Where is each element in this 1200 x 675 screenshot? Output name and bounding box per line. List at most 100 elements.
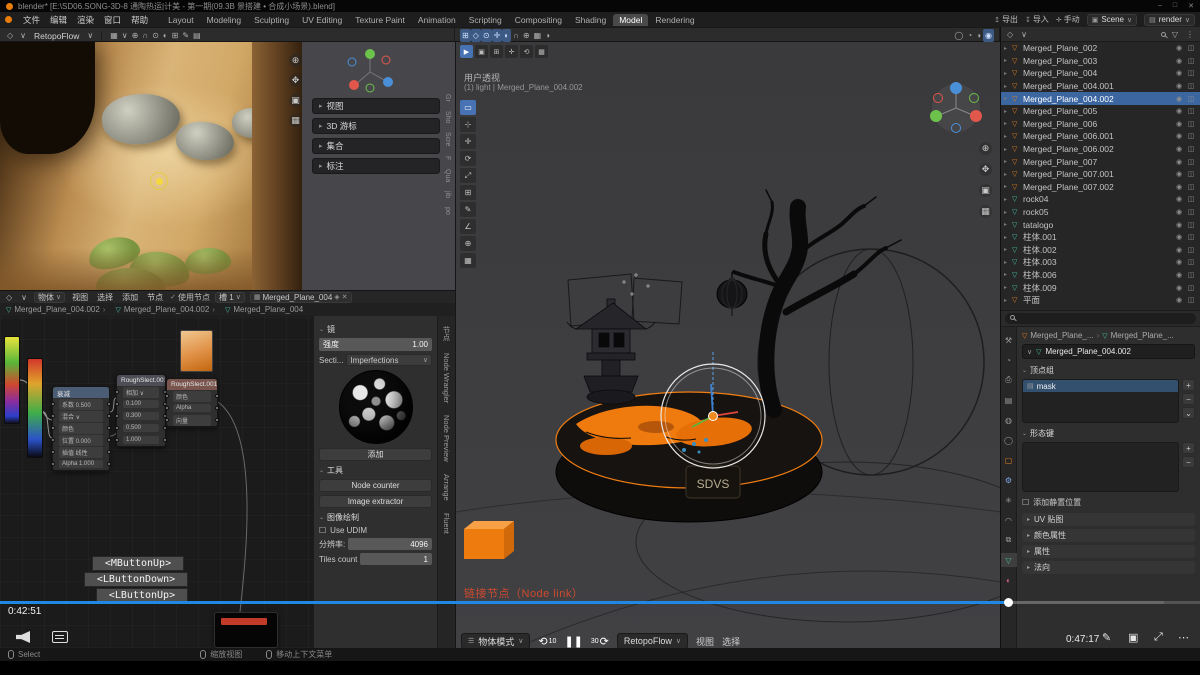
viewport-nav-icon-1[interactable]: ✥: [979, 163, 992, 176]
shading-mode-icon-0[interactable]: ◯: [952, 29, 965, 42]
hide-eye-icon[interactable]: ◉: [1173, 258, 1185, 266]
colorramp-strip[interactable]: [4, 336, 20, 424]
expand-icon[interactable]: ▸: [1004, 108, 1012, 115]
paint-section-header[interactable]: ⌄图像绘制: [319, 512, 432, 523]
outliner-row[interactable]: ▸▽柱体.003◉◫: [1001, 256, 1200, 269]
node-partial[interactable]: [214, 612, 278, 648]
preview-side-tab-1[interactable]: Sho: [444, 111, 451, 123]
expand-icon[interactable]: ▸: [1004, 57, 1012, 64]
video-progress-handle[interactable]: [1004, 598, 1013, 607]
output-socket[interactable]: [163, 438, 167, 442]
add-rest-position[interactable]: ☐添加静置位置: [1022, 497, 1195, 508]
shader-breadcrumb-0[interactable]: ▽Merged_Plane_004.002›: [6, 305, 105, 314]
fullscreen-icon[interactable]: ⤢: [1154, 631, 1163, 644]
breadcrumb-data[interactable]: Merged_Plane_...: [1111, 331, 1174, 340]
viewport-tool-4[interactable]: ⤢: [460, 168, 476, 183]
disable-render-icon[interactable]: ◫: [1185, 221, 1197, 229]
viewport-tool-8[interactable]: ⊕: [460, 236, 476, 251]
toolbar-left-icon-6[interactable]: ⊞: [170, 29, 181, 42]
expand-icon[interactable]: ▸: [1004, 259, 1012, 266]
output-socket[interactable]: [163, 426, 167, 430]
expand-icon[interactable]: ▸: [1004, 95, 1012, 102]
shader-menu-3[interactable]: 节点: [145, 292, 165, 303]
vertex-group-item[interactable]: ▤mask: [1023, 380, 1178, 392]
node-image-texture[interactable]: RoughSlect.001 颜色Alpha向量: [166, 378, 218, 427]
hide-eye-icon[interactable]: ◉: [1173, 208, 1185, 216]
unlink-icon[interactable]: ✕: [342, 293, 348, 301]
shader-menu-0[interactable]: 视图: [70, 292, 90, 303]
edit-icon[interactable]: ✎: [1102, 631, 1111, 644]
preview-side-tab-6[interactable]: po: [444, 207, 451, 215]
more-icon[interactable]: ⋯: [1178, 631, 1189, 644]
disable-render-icon[interactable]: ◫: [1185, 208, 1197, 216]
workspace-tab-shading[interactable]: Shading: [569, 14, 612, 26]
blender-menu-icon[interactable]: [5, 16, 12, 23]
slot-dropdown[interactable]: 槽 1∨: [215, 292, 245, 303]
expand-icon[interactable]: ▸: [1004, 196, 1012, 203]
expand-icon[interactable]: ▸: [1004, 246, 1012, 253]
outliner-row[interactable]: ▸▽平面◉◫: [1001, 294, 1200, 307]
toolbar-center-icon-7[interactable]: ▦: [532, 29, 544, 42]
vertex-groups-header[interactable]: ⌄顶点组: [1022, 365, 1195, 376]
input-socket[interactable]: [51, 426, 55, 430]
output-socket[interactable]: [107, 450, 111, 454]
input-socket[interactable]: [115, 426, 119, 430]
outliner-row[interactable]: ▸▽柱体.001◉◫: [1001, 231, 1200, 244]
outliner-row[interactable]: ▸▽tatalogo◉◫: [1001, 218, 1200, 231]
resolution-field[interactable]: 4096: [348, 538, 432, 550]
properties-tab-scene[interactable]: ◍: [1001, 413, 1017, 427]
viewport-tool-5[interactable]: ⊞: [460, 185, 476, 200]
viewport-nav-icon-3[interactable]: ▦: [979, 205, 992, 218]
disable-render-icon[interactable]: ◫: [1185, 271, 1197, 279]
menubar-menu-0[interactable]: 文件: [18, 14, 45, 26]
expand-icon[interactable]: ▸: [1004, 297, 1012, 304]
viewport-tool-7[interactable]: ∠: [460, 219, 476, 234]
preview-side-tab-2[interactable]: Scre: [444, 132, 451, 146]
outliner-row[interactable]: ▸▽柱体.009◉◫: [1001, 281, 1200, 294]
toolbar-center-icon-8[interactable]: ◑: [543, 29, 552, 42]
image-extractor-button[interactable]: Image extractor: [319, 495, 432, 508]
outliner-row[interactable]: ▸▽Merged_Plane_006.002◉◫: [1001, 143, 1200, 156]
workspace-tab-layout[interactable]: Layout: [162, 14, 200, 26]
outliner-row[interactable]: ▸▽柱体.002◉◫: [1001, 244, 1200, 257]
add-item-button[interactable]: +: [1182, 442, 1195, 454]
properties-tab-output[interactable]: ⎙: [1001, 373, 1017, 387]
hide-eye-icon[interactable]: ◉: [1173, 170, 1185, 178]
input-socket[interactable]: [51, 462, 55, 466]
import-button[interactable]: ↧导入: [1025, 14, 1049, 25]
toolbar-left-icon-2[interactable]: ⊕: [130, 29, 141, 42]
viewport-mini-icon-0[interactable]: ▶: [460, 45, 473, 58]
shader-type-dropdown[interactable]: 物体∨: [34, 292, 65, 303]
disable-render-icon[interactable]: ◫: [1185, 158, 1197, 166]
workspace-tab-sculpting[interactable]: Sculpting: [248, 14, 295, 26]
viewport-tool-0[interactable]: ▭: [460, 100, 476, 115]
expand-icon[interactable]: ▸: [1004, 183, 1012, 190]
search-icon[interactable]: [1161, 32, 1166, 37]
outliner-row[interactable]: ▸▽Merged_Plane_004.001◉◫: [1001, 80, 1200, 93]
input-socket[interactable]: [51, 414, 55, 418]
collapsed-section-0[interactable]: ▸UV 贴图: [1022, 513, 1195, 526]
menubar-menu-3[interactable]: 窗口: [99, 14, 126, 26]
preview-nav-icon-0[interactable]: ⊕: [289, 54, 302, 67]
hide-eye-icon[interactable]: ◉: [1173, 158, 1185, 166]
editor-type-icon[interactable]: ◇: [1005, 28, 1015, 41]
npanel-tab-0[interactable]: 节点: [441, 326, 452, 341]
properties-tab-material[interactable]: ◐: [1001, 573, 1017, 587]
toolbar-left-icon-0[interactable]: ▦: [108, 29, 120, 42]
expand-icon[interactable]: ▸: [1004, 83, 1012, 90]
outliner-row[interactable]: ▸▽rock05◉◫: [1001, 206, 1200, 219]
outliner-row[interactable]: ▸▽柱体.006◉◫: [1001, 269, 1200, 282]
viewport-axis-gizmo[interactable]: [928, 78, 984, 134]
shading-mode-icon-1[interactable]: ◔: [965, 29, 974, 42]
preview-nav-icon-3[interactable]: ▦: [289, 114, 302, 127]
hide-eye-icon[interactable]: ◉: [1173, 271, 1185, 279]
hide-eye-icon[interactable]: ◉: [1173, 233, 1185, 241]
hide-eye-icon[interactable]: ◉: [1173, 296, 1185, 304]
workspace-tab-animation[interactable]: Animation: [412, 14, 462, 26]
expand-icon[interactable]: ▸: [1004, 271, 1012, 278]
hide-eye-icon[interactable]: ◉: [1173, 145, 1185, 153]
shader-breadcrumb-2[interactable]: ▽Merged_Plane_004: [225, 305, 303, 314]
bottom-menu-1[interactable]: 选择: [722, 635, 740, 648]
properties-tab-view-layer[interactable]: ▤: [1001, 393, 1017, 407]
outliner-row[interactable]: ▸▽Merged_Plane_007.002◉◫: [1001, 181, 1200, 194]
